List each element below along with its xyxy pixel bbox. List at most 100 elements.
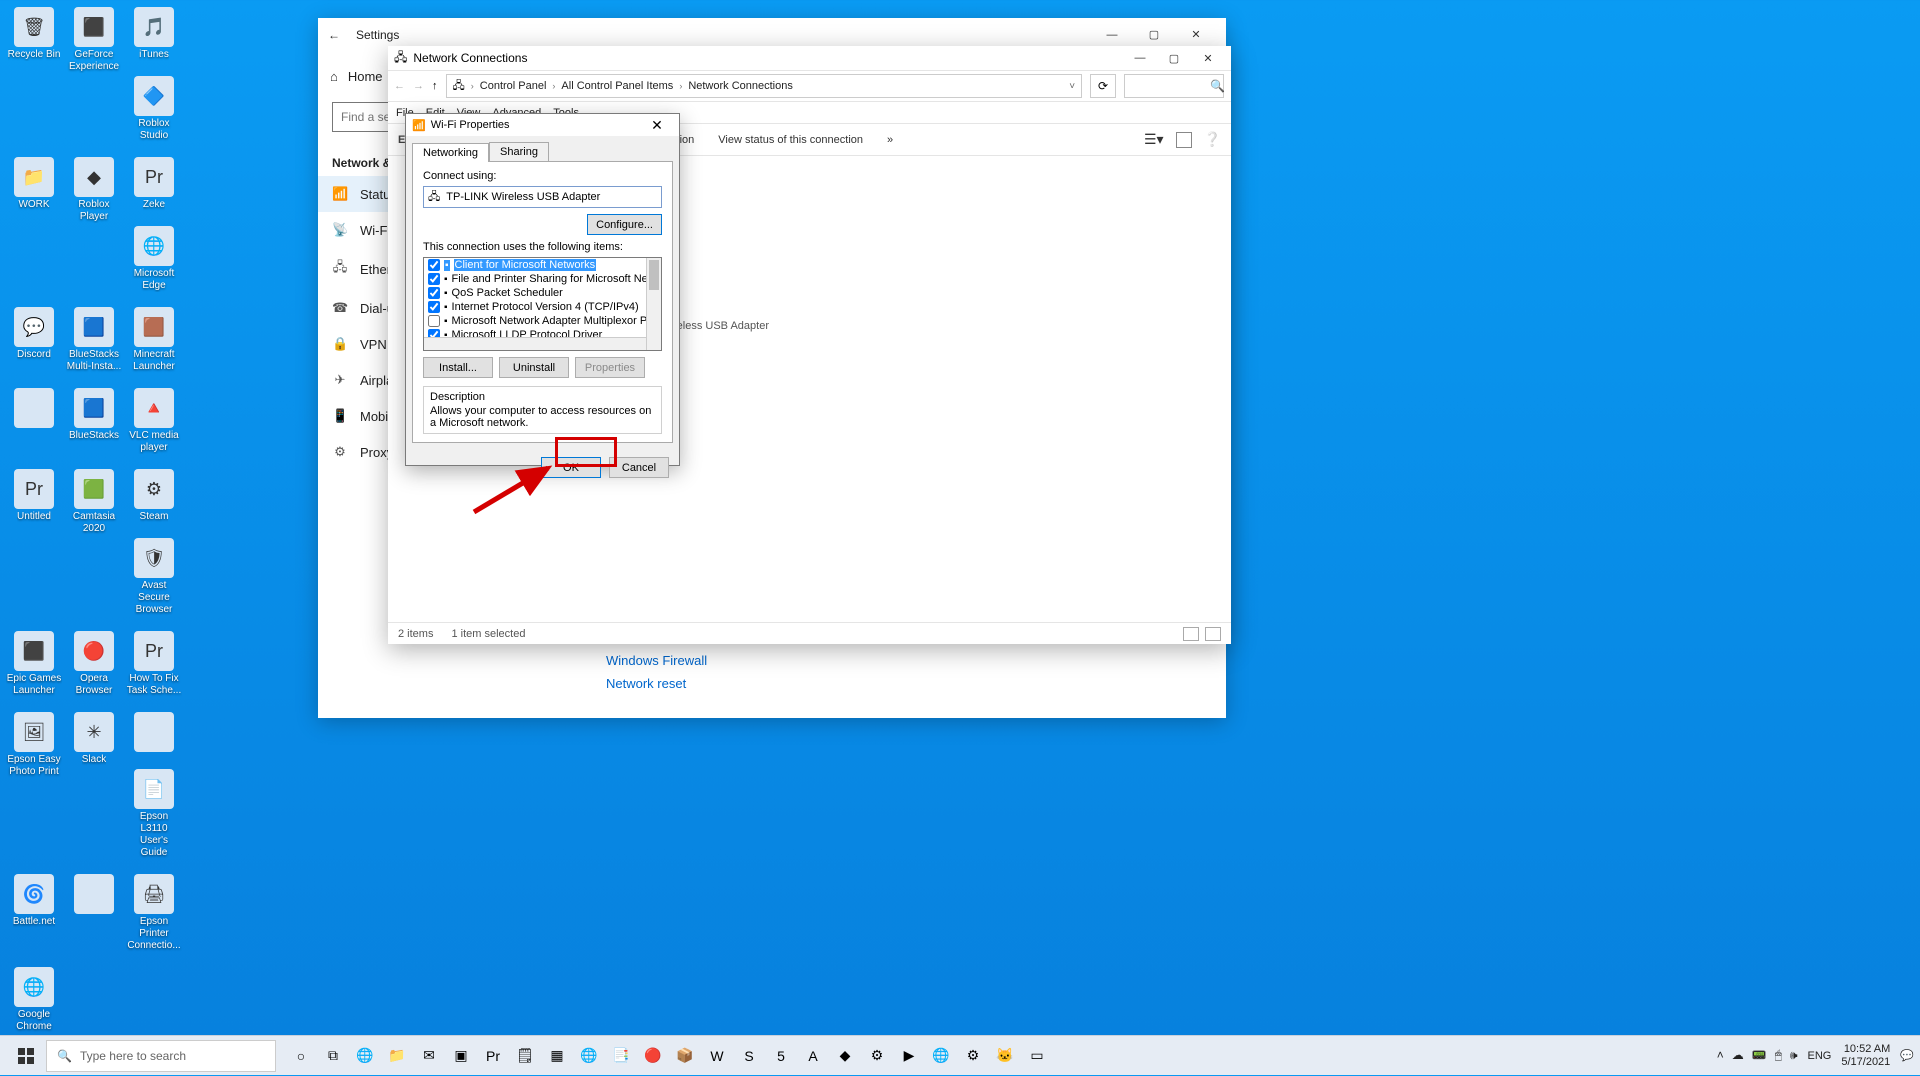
taskbar-app[interactable]: ⚙ <box>862 1041 892 1071</box>
nav-back-button[interactable]: ← <box>394 80 405 92</box>
desktop-icon[interactable]: 🔺VLC media player <box>126 388 182 454</box>
desktop-icon[interactable]: PrHow To Fix Task Sche... <box>126 631 182 697</box>
nc-minimize-button[interactable]: — <box>1123 47 1157 69</box>
desktop-icon[interactable]: 🔴Opera Browser <box>66 631 122 697</box>
tray-icon[interactable]: ˄ <box>1717 1048 1724 1063</box>
ok-button[interactable]: OK <box>541 457 601 478</box>
breadcrumb-dropdown-icon[interactable]: ˅ <box>1069 81 1075 92</box>
tray-icon[interactable]: ☁ <box>1732 1048 1744 1063</box>
taskbar-app[interactable]: ⧉ <box>318 1041 348 1071</box>
protocol-item[interactable]: ▪Microsoft Network Adapter Multiplexor P… <box>424 314 661 328</box>
breadcrumb-bar[interactable]: 🖧 › Control Panel › All Control Panel It… <box>446 74 1083 98</box>
taskbar-app[interactable]: 🌐 <box>574 1041 604 1071</box>
taskbar-app[interactable]: A <box>798 1041 828 1071</box>
desktop-icon[interactable]: 💬Discord <box>6 307 62 361</box>
desktop-icon[interactable]: 🟫Minecraft Launcher <box>126 307 182 373</box>
taskbar-app[interactable]: ▣ <box>446 1041 476 1071</box>
desktop-icon[interactable]: 🌐Microsoft Edge <box>126 226 182 292</box>
taskbar-app[interactable]: ○ <box>286 1041 316 1071</box>
desktop-icon[interactable]: 📁WORK <box>6 157 62 211</box>
bc-network-connections[interactable]: Network Connections <box>688 80 793 92</box>
desktop-icon[interactable] <box>6 388 62 430</box>
horizontal-scrollbar[interactable] <box>424 337 646 350</box>
wifi-dlg-close-button[interactable]: ✕ <box>641 117 673 134</box>
protocol-item[interactable]: ▪File and Printer Sharing for Microsoft … <box>424 272 661 286</box>
desktop-icon[interactable]: 🎵iTunes <box>126 7 182 61</box>
desktop-icon[interactable]: ✳Slack <box>66 712 122 766</box>
taskbar-app[interactable]: W <box>702 1041 732 1071</box>
desktop-icon[interactable]: 🖨Epson Printer Connectio... <box>126 874 182 952</box>
desktop-icon[interactable]: PrUntitled <box>6 469 62 523</box>
wifi-dlg-titlebar[interactable]: 📶 Wi-Fi Properties ✕ <box>406 114 679 136</box>
desktop-icon[interactable]: ◆Roblox Player <box>66 157 122 223</box>
taskbar-app[interactable]: ✉ <box>414 1041 444 1071</box>
close-button[interactable]: ✕ <box>1176 21 1216 49</box>
protocol-item[interactable]: ▪Client for Microsoft Networks <box>424 258 661 272</box>
taskbar-search[interactable]: 🔍 Type here to search <box>46 1040 276 1072</box>
nav-up-button[interactable]: ↑ <box>432 80 438 92</box>
taskbar-app[interactable]: 🌐 <box>350 1041 380 1071</box>
protocol-checkbox[interactable] <box>428 287 440 299</box>
refresh-button[interactable]: ⟳ <box>1090 74 1116 98</box>
taskbar-app[interactable]: Pr <box>478 1041 508 1071</box>
desktop-icon[interactable]: 🌀Battle.net <box>6 874 62 928</box>
protocol-item[interactable]: ▪Internet Protocol Version 4 (TCP/IPv4) <box>424 300 661 314</box>
properties-button[interactable]: Properties <box>575 357 645 378</box>
install-button[interactable]: Install... <box>423 357 493 378</box>
desktop-icon[interactable]: 📄Epson L3110 User's Guide <box>126 769 182 859</box>
uninstall-button[interactable]: Uninstall <box>499 357 569 378</box>
desktop-icon[interactable]: ⚙Steam <box>126 469 182 523</box>
vertical-scrollbar[interactable] <box>646 258 661 350</box>
taskbar-app[interactable]: ▦ <box>542 1041 572 1071</box>
nc-maximize-button[interactable]: ▢ <box>1157 47 1191 69</box>
tab-sharing[interactable]: Sharing <box>489 142 549 161</box>
taskbar-app[interactable]: ▶ <box>894 1041 924 1071</box>
protocol-checkbox[interactable] <box>428 301 440 313</box>
language-indicator[interactable]: ENG <box>1808 1050 1832 1062</box>
taskbar-app[interactable]: 🗒 <box>510 1041 540 1071</box>
protocol-item[interactable]: ▪QoS Packet Scheduler <box>424 286 661 300</box>
configure-button[interactable]: Configure... <box>587 214 662 235</box>
network-reset-link[interactable]: Network reset <box>606 676 1208 691</box>
taskbar-app[interactable]: 📁 <box>382 1041 412 1071</box>
desktop-icon[interactable]: 🗑Recycle Bin <box>6 7 62 61</box>
taskbar-app[interactable]: 🐱 <box>990 1041 1020 1071</box>
taskbar-app[interactable]: 🌐 <box>926 1041 956 1071</box>
tool-view-status[interactable]: View status of this connection <box>718 134 863 146</box>
taskbar-app[interactable]: ◆ <box>830 1041 860 1071</box>
taskbar-app[interactable]: S <box>734 1041 764 1071</box>
desktop-icon[interactable]: 🟩Camtasia 2020 <box>66 469 122 535</box>
desktop-icon[interactable] <box>66 874 122 916</box>
view-options-icon[interactable]: ☰▾ <box>1144 131 1164 148</box>
desktop-icon[interactable]: ⬛Epic Games Launcher <box>6 631 62 697</box>
protocol-list[interactable]: ▪Client for Microsoft Networks▪File and … <box>423 257 662 351</box>
tray-icon[interactable]: 📟 <box>1752 1048 1767 1063</box>
taskbar-app[interactable]: 📑 <box>606 1041 636 1071</box>
cancel-button[interactable]: Cancel <box>609 457 669 478</box>
taskbar-app[interactable]: ⚙ <box>958 1041 988 1071</box>
preview-pane-toggle[interactable] <box>1176 132 1192 148</box>
tool-overflow[interactable]: » <box>887 134 893 146</box>
desktop-icon[interactable]: 🌐Google Chrome <box>6 967 62 1033</box>
tray-icon[interactable]: 🕪 <box>1790 1048 1798 1063</box>
maximize-button[interactable]: ▢ <box>1134 21 1174 49</box>
system-clock[interactable]: 10:52 AM 5/17/2021 <box>1841 1043 1890 1069</box>
help-icon[interactable]: ❔ <box>1204 131 1221 148</box>
start-button[interactable] <box>6 1036 46 1076</box>
large-icons-view-icon[interactable] <box>1205 627 1221 641</box>
bc-control-panel[interactable]: Control Panel <box>480 80 547 92</box>
nc-search-input[interactable] <box>1124 74 1224 98</box>
desktop-icon[interactable]: 🟦BlueStacks Multi-Insta... <box>66 307 122 373</box>
minimize-button[interactable]: — <box>1092 21 1132 49</box>
taskbar-app[interactable]: 🔴 <box>638 1041 668 1071</box>
nc-titlebar[interactable]: 🖧 Network Connections — ▢ ✕ <box>388 46 1231 70</box>
settings-back-button[interactable]: ← <box>328 28 340 42</box>
desktop-icon[interactable] <box>126 712 182 754</box>
desktop-icon[interactable]: PrZeke <box>126 157 182 211</box>
protocol-checkbox[interactable] <box>428 259 440 271</box>
adapter-item-label[interactable]: reless USB Adapter <box>673 320 778 332</box>
taskbar-app[interactable]: 📦 <box>670 1041 700 1071</box>
details-view-icon[interactable] <box>1183 627 1199 641</box>
desktop-icon[interactable]: 🖼Epson Easy Photo Print <box>6 712 62 778</box>
protocol-checkbox[interactable] <box>428 273 440 285</box>
